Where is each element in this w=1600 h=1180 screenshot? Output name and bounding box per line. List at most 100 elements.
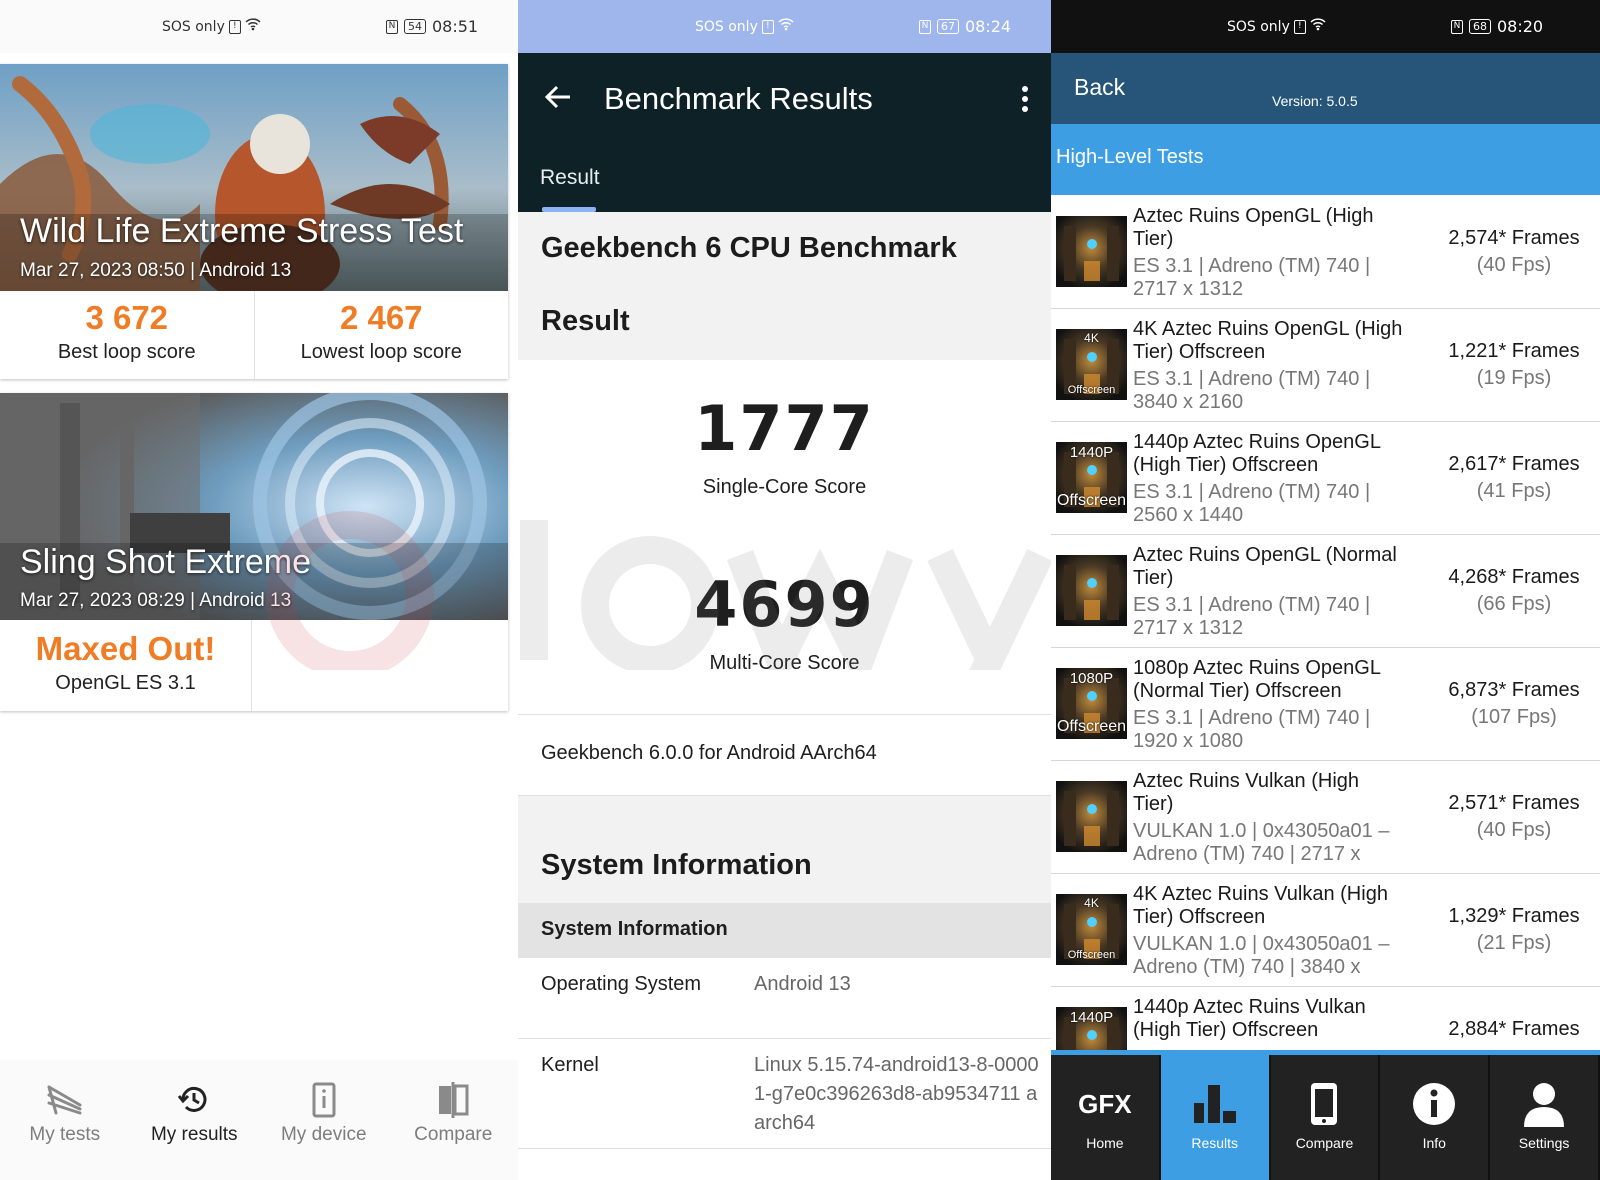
test-thumbnail: [1056, 555, 1127, 626]
test-results-list: Aztec Ruins OpenGL (High Tier) ES 3.1 | A…: [1051, 196, 1600, 1050]
bottom-navigation: My tests My results My device Compare: [0, 1060, 518, 1180]
status-right: N 68 08:20: [1451, 17, 1543, 36]
card-subtitle: Mar 27, 2023 08:50 | Android 13: [20, 260, 292, 281]
status-bar: SOS only ! N 54 08:51: [0, 0, 518, 53]
test-result-row[interactable]: Aztec Ruins OpenGL (Normal Tier) ES 3.1 |…: [1051, 535, 1600, 648]
test-result-row[interactable]: Aztec Ruins Vulkan (High Tier) VULKAN 1.0…: [1051, 761, 1600, 874]
test-result-row[interactable]: 1080P Offscreen 1080p Aztec Ruins OpenGL (…: [1051, 648, 1600, 761]
resolution-badge: 1080P: [1069, 670, 1114, 687]
test-description: ES 3.1 | Adreno (TM) 740 | 3840 x 2160: [1133, 368, 1371, 413]
battery-icon: 54: [404, 19, 426, 34]
row-value: Android 13: [754, 973, 851, 995]
status-right: N 54 08:51: [386, 17, 478, 36]
frames-value: 1,221* Frames: [1448, 340, 1580, 362]
nav-label: My results: [150, 1124, 238, 1145]
score-label: Lowest loop score: [300, 341, 462, 363]
offscreen-badge: Offscreen: [1067, 949, 1116, 961]
multi-core-value: 4699: [694, 568, 875, 641]
test-thumbnail: 4K Offscreen: [1056, 329, 1127, 400]
frames-value: 2,574* Frames: [1448, 227, 1580, 249]
back-arrow-icon[interactable]: [544, 83, 572, 115]
nav-info[interactable]: Info: [1380, 1055, 1491, 1180]
nav-my-tests[interactable]: My tests: [0, 1060, 130, 1180]
test-result-row[interactable]: 1440P Offscreen 1440p Aztec Ruins OpenGL (…: [1051, 422, 1600, 535]
nav-compare[interactable]: Compare: [389, 1060, 519, 1180]
result-card-wild-life[interactable]: Wild Life Extreme Stress Test Mar 27, 20…: [0, 64, 508, 379]
card-subtitle: Mar 27, 2023 08:29 | Android 13: [20, 590, 292, 611]
nav-compare[interactable]: Compare: [1271, 1055, 1381, 1180]
phone-icon: [1271, 1075, 1379, 1133]
compare-icon: [389, 1082, 519, 1118]
wifi-icon: [778, 18, 794, 35]
test-name: Aztec Ruins OpenGL (Normal Tier): [1133, 544, 1397, 589]
status-left: SOS only !: [162, 18, 261, 35]
clock: 08:20: [1497, 17, 1544, 36]
tab-result[interactable]: Result: [540, 166, 600, 190]
fps-value: (21 Fps): [1476, 932, 1552, 954]
score-row: 3 672 Best loop score 2 467 Lowest loop …: [0, 291, 508, 379]
benchmark-header: Geekbench 6 CPU Benchmark Result: [518, 212, 1051, 360]
test-result-row[interactable]: 4K Offscreen 4K Aztec Ruins Vulkan (High T…: [1051, 874, 1600, 987]
wild-life-artwork: [0, 64, 508, 291]
battery-icon: 67: [937, 19, 959, 34]
app-bar: Benchmark Results Result: [518, 53, 1051, 212]
test-name: 1440p Aztec Ruins OpenGL (High Tier) Off…: [1133, 431, 1381, 476]
gfx-logo-icon: GFX: [1051, 1075, 1159, 1133]
device-info-icon: [259, 1082, 389, 1118]
frames-value: 2,571* Frames: [1448, 792, 1580, 814]
offscreen-badge: Offscreen: [1067, 384, 1116, 396]
result-card-sling-shot[interactable]: Sling Shot Extreme Mar 27, 2023 08:29 | …: [0, 393, 508, 711]
nav-home[interactable]: GFX Home: [1051, 1055, 1161, 1180]
test-thumbnail: 4K Offscreen: [1056, 894, 1127, 965]
version-text: Geekbench 6.0.0 for Android AArch64: [541, 742, 877, 764]
test-description: ES 3.1 | Adreno (TM) 740 | 2717 x 1312: [1133, 255, 1371, 300]
score-value: 2 467: [339, 299, 423, 336]
multi-core-label: Multi-Core Score: [709, 652, 860, 674]
resolution-badge: 1440P: [1069, 1009, 1114, 1026]
nav-results[interactable]: Results: [1160, 1055, 1271, 1180]
test-thumbnail: [1056, 781, 1127, 852]
nav-label: Settings: [1518, 1135, 1570, 1151]
3dmark-logo-icon: [0, 1082, 130, 1118]
single-core-value: 1777: [694, 392, 875, 465]
nav-label: Compare: [1295, 1135, 1354, 1151]
test-result-row[interactable]: 4K Offscreen 4K Aztec Ruins OpenGL (High T…: [1051, 309, 1600, 422]
top-bar: Back Version: 5.0.5: [1051, 53, 1600, 124]
sysinfo-subheading: System Information: [541, 918, 728, 940]
resolution-badge: 1440P: [1069, 444, 1114, 461]
score-value: 3 672: [85, 299, 169, 336]
test-thumbnail: 1440P Offscreen: [1056, 442, 1127, 513]
fps-value: (66 Fps): [1476, 593, 1552, 615]
bar-chart-icon: [1161, 1075, 1269, 1133]
sysinfo-heading: System Information: [541, 849, 812, 881]
sos-text: SOS only: [162, 18, 225, 35]
nav-my-results[interactable]: My results: [130, 1060, 260, 1180]
empty-score-cell: [252, 620, 508, 711]
benchmark-title: Geekbench 6 CPU Benchmark: [541, 232, 957, 264]
test-result-row[interactable]: 1440POffscreen1440p Aztec Ruins Vulkan (…: [1051, 987, 1600, 1050]
single-core-label: Single-Core Score: [702, 476, 867, 498]
resolution-badge: 4K: [1084, 331, 1099, 345]
nav-my-device[interactable]: My device: [259, 1060, 389, 1180]
test-result-row[interactable]: Aztec Ruins OpenGL (High Tier) ES 3.1 | A…: [1051, 196, 1600, 309]
sysinfo-row-kernel: Kernel Linux 5.15.74-android13-8-00001-g…: [518, 1039, 1051, 1149]
result-heading: Result: [541, 305, 630, 337]
status-left: SOS only !: [695, 18, 794, 35]
nav-label: Home: [1086, 1135, 1124, 1151]
more-options-icon[interactable]: [1021, 85, 1029, 117]
nfc-icon: N: [1451, 19, 1463, 34]
nfc-icon: N: [386, 19, 398, 34]
3dmark-results-screen: SOS only ! N 54 08:51 Wild Life Extreme …: [0, 0, 518, 1180]
frames-value: 2,617* Frames: [1448, 453, 1580, 475]
nfc-icon: N: [919, 19, 931, 34]
sim-icon: !: [761, 19, 774, 34]
battery-icon: 68: [1469, 19, 1491, 34]
back-button[interactable]: Back: [1074, 74, 1125, 101]
wifi-icon: [245, 18, 261, 35]
sim-icon: !: [1293, 19, 1306, 34]
test-name: 4K Aztec Ruins OpenGL (High Tier) Offscr…: [1133, 318, 1403, 363]
nav-settings[interactable]: Settings: [1490, 1055, 1600, 1180]
status-bar: SOS only ! N 67 08:24: [518, 0, 1051, 53]
score-value: Maxed Out!: [35, 630, 216, 667]
sling-shot-banner: Sling Shot Extreme Mar 27, 2023 08:29 | …: [0, 393, 508, 620]
